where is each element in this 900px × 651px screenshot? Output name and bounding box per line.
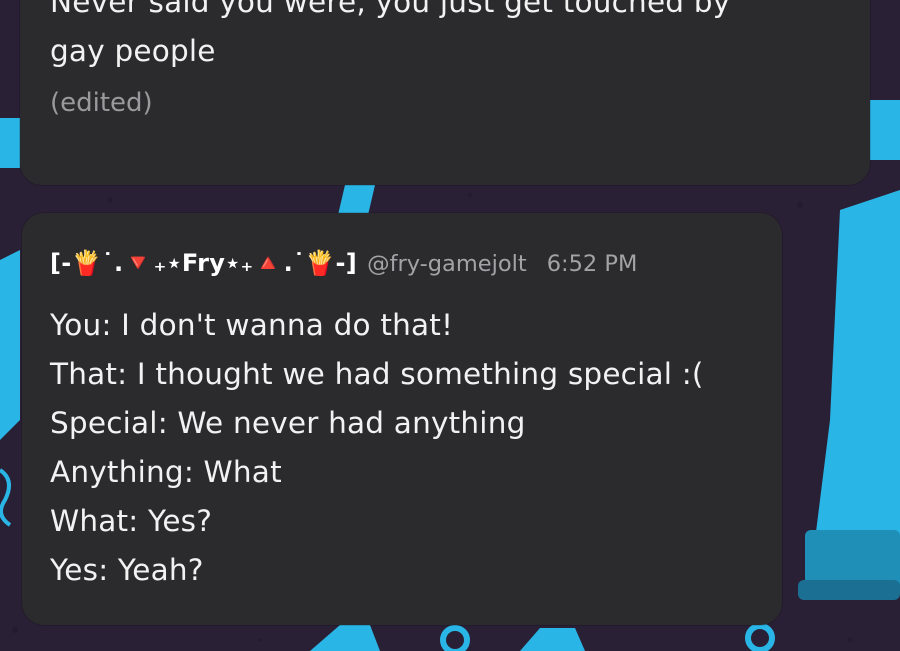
message-text: Never said you were, you just get touche… bbox=[50, 0, 840, 76]
message-line: What: Yes? bbox=[50, 504, 213, 538]
edited-label: (edited) bbox=[50, 88, 153, 118]
message-bubble[interactable]: Never said you were, you just get touche… bbox=[20, 0, 870, 185]
message-line: Never said you were, you just get touche… bbox=[50, 0, 731, 19]
message-line: gay people bbox=[50, 34, 216, 68]
message-bubble[interactable]: [-🍟˙.🔻₊⋆Fry⋆₊🔺.˙🍟-] @fry-gamejolt 6:52 P… bbox=[22, 213, 782, 625]
timestamp: 6:52 PM bbox=[546, 251, 638, 277]
username[interactable]: [-🍟˙.🔻₊⋆Fry⋆₊🔺.˙🍟-] bbox=[50, 249, 357, 277]
message-line: You: I don't wanna do that! bbox=[50, 308, 454, 342]
message-line: Anything: What bbox=[50, 455, 282, 489]
message-line: Special: We never had anything bbox=[50, 406, 526, 440]
message-text: You: I don't wanna do that! That: I thou… bbox=[50, 301, 704, 595]
message-header: [-🍟˙.🔻₊⋆Fry⋆₊🔺.˙🍟-] @fry-gamejolt 6:52 P… bbox=[50, 249, 637, 277]
user-handle[interactable]: @fry-gamejolt bbox=[367, 251, 527, 277]
message-line: That: I thought we had something special… bbox=[50, 357, 704, 391]
message-line: Yes: Yeah? bbox=[50, 553, 204, 587]
